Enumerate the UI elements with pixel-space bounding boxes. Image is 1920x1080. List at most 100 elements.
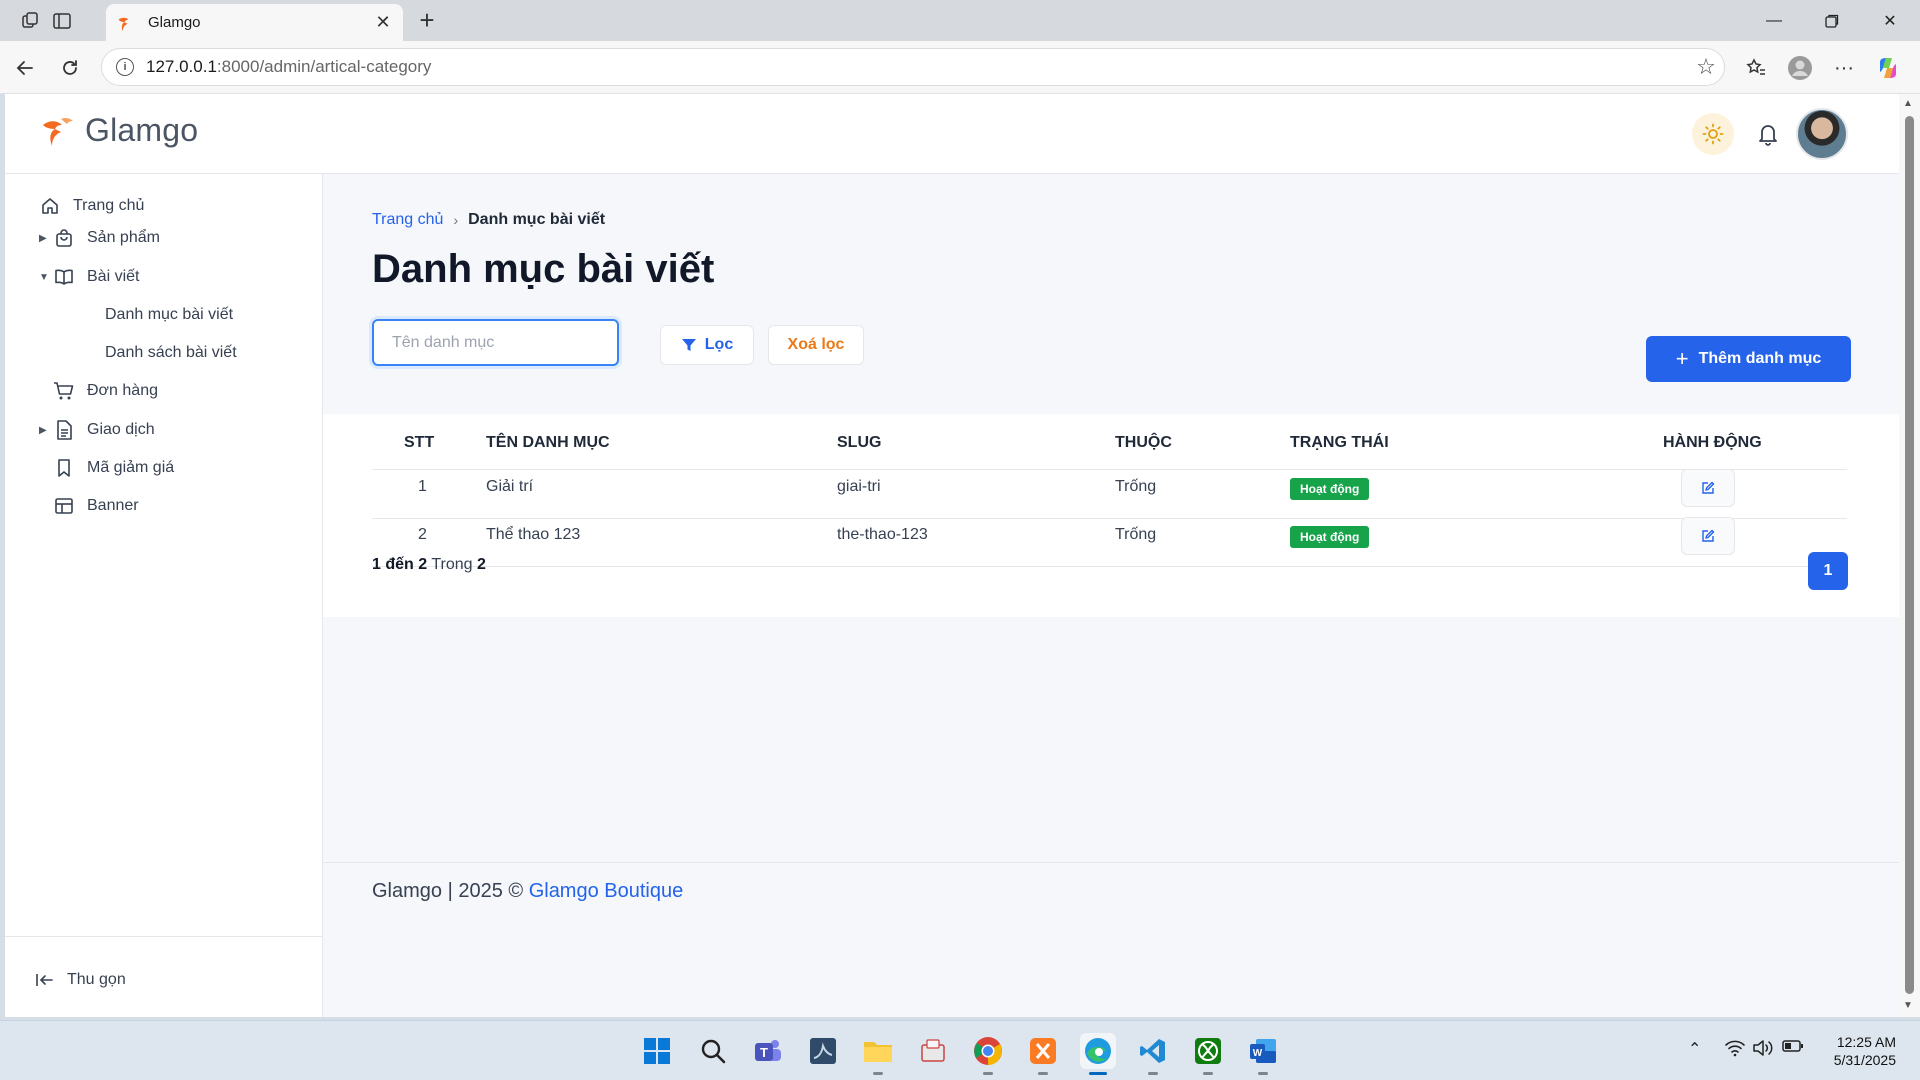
close-window-button[interactable]: ✕ bbox=[1861, 0, 1919, 41]
plus-icon: + bbox=[1675, 346, 1689, 371]
vertical-tabs-icon[interactable] bbox=[48, 8, 76, 34]
sidebar-item-orders[interactable]: Đơn hàng bbox=[5, 374, 323, 408]
windows-taskbar: T W ⌃ 12:25 AM 5/31/2025 bbox=[0, 1020, 1920, 1080]
funnel-icon bbox=[681, 339, 696, 351]
app-tray-icon[interactable] bbox=[915, 1033, 951, 1069]
scrollbar-thumb[interactable] bbox=[1905, 116, 1914, 994]
collapse-arrow-icon bbox=[36, 974, 53, 986]
status-badge: Hoạt động bbox=[1290, 526, 1370, 548]
url-text: 127.0.0.1:8000/admin/artical-category bbox=[146, 57, 432, 76]
windows-start-icon[interactable] bbox=[639, 1033, 675, 1069]
sidebar-item-article-list[interactable]: Danh sách bài viết bbox=[5, 336, 323, 370]
edit-button[interactable] bbox=[1681, 517, 1735, 555]
sidebar-item-products[interactable]: ▶ Sản phẩm bbox=[5, 221, 323, 255]
running-indicator bbox=[1089, 1072, 1107, 1075]
cart-icon bbox=[53, 380, 75, 402]
user-avatar[interactable] bbox=[1796, 108, 1848, 160]
main-content: Trang chủ › Danh mục bài viết Danh mục b… bbox=[323, 174, 1899, 1017]
edit-icon bbox=[1702, 529, 1715, 542]
column-header-stt: STT bbox=[404, 434, 435, 451]
browser-tab-active[interactable]: Glamgo ✕ bbox=[106, 4, 403, 41]
sidebar-item-article-categories[interactable]: Danh mục bài viết bbox=[5, 298, 323, 332]
teams-icon[interactable]: T bbox=[750, 1033, 786, 1069]
running-indicator bbox=[1203, 1072, 1213, 1075]
edge-icon[interactable] bbox=[1080, 1033, 1116, 1075]
pagination-info: 1 đến 2 Trong 2 bbox=[372, 556, 486, 573]
filter-button[interactable]: Lọc bbox=[660, 325, 754, 365]
minimize-button[interactable]: — bbox=[1745, 0, 1803, 41]
vscode-icon[interactable] bbox=[1135, 1033, 1171, 1075]
collapse-sidebar-button[interactable]: Thu gọn bbox=[35, 971, 126, 989]
glamgo-favicon-icon bbox=[118, 17, 129, 31]
svg-text:W: W bbox=[1253, 1048, 1263, 1059]
favorite-star-icon[interactable]: ☆ bbox=[1688, 54, 1724, 80]
scroll-up-arrow-icon[interactable]: ▲ bbox=[1903, 98, 1913, 109]
sidebar-item-home[interactable]: Trang chủ bbox=[5, 189, 323, 223]
footer-divider bbox=[323, 862, 1899, 863]
chevron-right-icon: › bbox=[453, 212, 459, 228]
page-1-button[interactable]: 1 bbox=[1808, 552, 1848, 590]
edit-button[interactable] bbox=[1681, 469, 1735, 507]
layout-icon bbox=[53, 495, 75, 517]
breadcrumb: Trang chủ › Danh mục bài viết bbox=[372, 211, 605, 229]
workspaces-icon[interactable] bbox=[16, 8, 44, 34]
footer-link[interactable]: Glamgo Boutique bbox=[529, 880, 684, 902]
column-header-name: TÊN DANH MỤC bbox=[486, 434, 610, 451]
file-explorer-icon[interactable] bbox=[860, 1033, 896, 1075]
browser-toolbar: i 127.0.0.1:8000/admin/artical-category … bbox=[0, 41, 1920, 94]
table-cell-name: Giải trí bbox=[486, 478, 534, 495]
favorites-icon[interactable] bbox=[1741, 53, 1771, 83]
clear-filter-button[interactable]: Xoá lọc bbox=[768, 325, 864, 365]
footer: Glamgo | 2025 © Glamgo Boutique bbox=[372, 880, 683, 903]
breadcrumb-home-link[interactable]: Trang chủ bbox=[372, 211, 443, 229]
browser-tab-bar: Glamgo ✕ + — ✕ bbox=[0, 0, 1920, 41]
system-clock[interactable]: 12:25 AM 5/31/2025 bbox=[1810, 1033, 1896, 1069]
table-divider bbox=[372, 566, 1847, 567]
show-hidden-icons-chevron-icon[interactable]: ⌃ bbox=[1688, 1039, 1701, 1059]
table-cell-parent: Trống bbox=[1115, 478, 1157, 495]
clock-time: 12:25 AM bbox=[1836, 1034, 1896, 1050]
more-menu-icon[interactable]: ··· bbox=[1829, 53, 1859, 83]
caret-right-icon: ▶ bbox=[39, 232, 47, 244]
chrome-icon[interactable] bbox=[970, 1033, 1006, 1075]
caret-down-icon: ▼ bbox=[39, 271, 49, 283]
profile-icon[interactable] bbox=[1785, 53, 1815, 83]
xampp-icon[interactable] bbox=[1025, 1033, 1061, 1075]
wifi-icon[interactable] bbox=[1724, 1039, 1746, 1062]
document-icon bbox=[53, 419, 75, 441]
status-badge: Hoạt động bbox=[1290, 478, 1370, 500]
refresh-button[interactable] bbox=[55, 53, 85, 83]
sidebar-item-transactions[interactable]: ▶ Giao dịch bbox=[5, 413, 323, 447]
add-category-button[interactable]: + Thêm danh mục bbox=[1646, 336, 1851, 382]
restore-button[interactable] bbox=[1803, 0, 1861, 41]
sidebar-item-banner[interactable]: Banner bbox=[5, 489, 323, 523]
clock-date: 5/31/2025 bbox=[1833, 1052, 1896, 1068]
tab-close-icon[interactable]: ✕ bbox=[373, 12, 393, 33]
theme-toggle-button[interactable] bbox=[1692, 113, 1734, 155]
site-info-icon[interactable]: i bbox=[116, 58, 134, 76]
table-cell-name: Thể thao 123 bbox=[486, 526, 581, 543]
mysql-workbench-icon[interactable] bbox=[805, 1033, 841, 1069]
sidebar-item-articles[interactable]: ▼ Bài viết bbox=[5, 260, 323, 294]
notifications-button[interactable] bbox=[1750, 116, 1786, 152]
collapse-label: Thu gọn bbox=[67, 971, 126, 988]
page-scrollbar[interactable]: ▲ ▼ bbox=[1899, 94, 1920, 1017]
category-name-filter-input[interactable] bbox=[372, 319, 619, 366]
brand-logo[interactable]: Glamgo bbox=[41, 112, 198, 149]
running-indicator bbox=[1038, 1072, 1048, 1075]
sidebar-item-coupons[interactable]: Mã giảm giá bbox=[5, 451, 323, 485]
scroll-down-arrow-icon[interactable]: ▼ bbox=[1903, 1000, 1913, 1011]
back-button[interactable] bbox=[10, 53, 40, 83]
address-bar[interactable]: i 127.0.0.1:8000/admin/artical-category … bbox=[101, 48, 1725, 86]
column-header-status: TRẠNG THÁI bbox=[1290, 434, 1389, 451]
volume-icon[interactable] bbox=[1752, 1039, 1774, 1062]
categories-table: STT TÊN DANH MỤC SLUG THUỘC TRẠNG THÁI H… bbox=[323, 414, 1899, 617]
bookmark-icon bbox=[53, 457, 75, 479]
column-header-slug: SLUG bbox=[837, 434, 882, 451]
search-icon[interactable] bbox=[695, 1033, 731, 1069]
new-tab-button[interactable]: + bbox=[412, 6, 442, 36]
battery-icon[interactable] bbox=[1782, 1039, 1804, 1058]
copilot-icon[interactable] bbox=[1873, 53, 1903, 83]
word-icon[interactable]: W bbox=[1245, 1033, 1281, 1075]
xbox-icon[interactable] bbox=[1190, 1033, 1226, 1075]
